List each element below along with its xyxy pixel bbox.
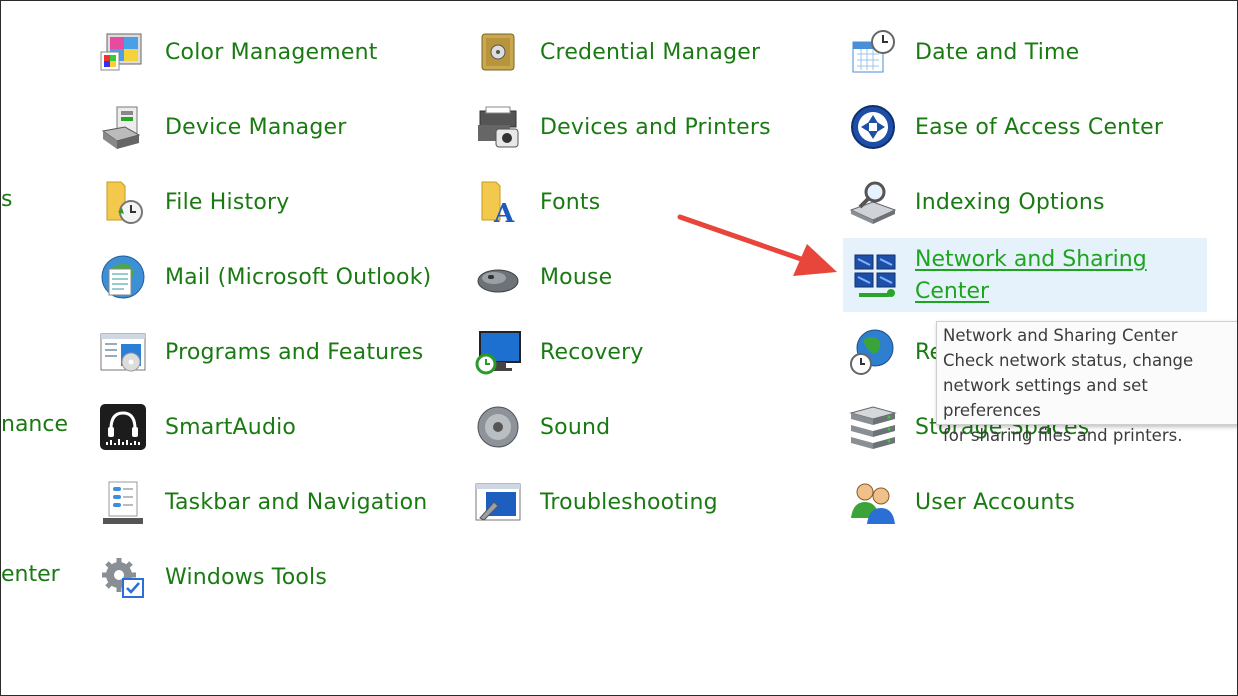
item-devices-printers[interactable]: Devices and Printers (474, 101, 771, 153)
smartaudio-icon (99, 403, 147, 451)
item-ease-of-access[interactable]: Ease of Access Center (849, 101, 1163, 153)
sound-icon (474, 403, 522, 451)
item-label: Sound (540, 414, 611, 440)
item-label: Troubleshooting (540, 489, 718, 515)
item-label: Windows Tools (165, 564, 327, 590)
item-label: Credential Manager (540, 39, 761, 65)
item-label: Date and Time (915, 39, 1080, 65)
programs-features-icon (99, 328, 147, 376)
item-sound[interactable]: Sound (474, 401, 610, 453)
item-label: Indexing Options (915, 189, 1105, 215)
item-label: File History (165, 189, 290, 215)
date-time-icon (849, 28, 897, 76)
item-label: Devices and Printers (540, 114, 771, 140)
item-label: Fonts (540, 189, 601, 215)
item-credential-manager[interactable]: Credential Manager (474, 26, 760, 78)
tooltip-line: for sharing files and printers. (943, 426, 1183, 445)
tooltip-title: Network and Sharing Center (943, 326, 1178, 345)
svg-text:A: A (493, 199, 515, 226)
item-label: Taskbar and Navigation (165, 489, 428, 515)
item-label: Device Manager (165, 114, 347, 140)
item-region[interactable]: Re (849, 326, 943, 378)
control-panel-window: s nance enter Color Management Device Ma… (0, 0, 1238, 696)
recovery-icon (474, 328, 522, 376)
tooltip: Network and Sharing Center Check network… (936, 321, 1237, 445)
item-fonts[interactable]: A Fonts (474, 176, 600, 228)
tooltip-line: network settings and set preferences (943, 376, 1148, 420)
item-taskbar-navigation[interactable]: Taskbar and Navigation (99, 476, 427, 528)
item-mouse[interactable]: Mouse (474, 251, 612, 303)
item-label: Recovery (540, 339, 644, 365)
item-mail[interactable]: Mail (Microsoft Outlook) (99, 251, 431, 303)
user-accounts-icon (849, 478, 897, 526)
troubleshooting-icon (474, 478, 522, 526)
item-smartaudio[interactable]: SmartAudio (99, 401, 296, 453)
mouse-icon (474, 253, 522, 301)
item-indexing-options[interactable]: Indexing Options (849, 176, 1105, 228)
item-label: Mouse (540, 264, 613, 290)
network-sharing-icon (851, 251, 899, 299)
item-label: SmartAudio (165, 414, 297, 440)
item-device-manager[interactable]: Device Manager (99, 101, 346, 153)
region-icon (849, 328, 897, 376)
fonts-icon: A (474, 178, 522, 226)
partial-item-label[interactable]: nance (1, 412, 68, 437)
item-recovery[interactable]: Recovery (474, 326, 644, 378)
ease-of-access-icon (849, 103, 897, 151)
item-label: Color Management (165, 39, 378, 65)
item-label: Mail (Microsoft Outlook) (165, 264, 432, 290)
item-color-management[interactable]: Color Management (99, 26, 378, 78)
device-manager-icon (99, 103, 147, 151)
item-label: User Accounts (915, 489, 1076, 515)
windows-tools-icon (99, 553, 147, 601)
item-file-history[interactable]: File History (99, 176, 289, 228)
taskbar-icon (99, 478, 147, 526)
item-programs-features[interactable]: Programs and Features (99, 326, 423, 378)
credential-manager-icon (474, 28, 522, 76)
mail-icon (99, 253, 147, 301)
item-label: Network and Sharing Center (915, 247, 1147, 304)
item-user-accounts[interactable]: User Accounts (849, 476, 1075, 528)
storage-spaces-icon (849, 403, 897, 451)
item-network-sharing-center[interactable]: Network and Sharing Center (843, 238, 1207, 312)
partial-item-label[interactable]: s (1, 187, 12, 212)
devices-printers-icon (474, 103, 522, 151)
item-label: Programs and Features (165, 339, 424, 365)
item-date-time[interactable]: Date and Time (849, 26, 1079, 78)
item-label: Ease of Access Center (915, 114, 1164, 140)
color-management-icon (99, 28, 147, 76)
item-troubleshooting[interactable]: Troubleshooting (474, 476, 718, 528)
indexing-icon (849, 178, 897, 226)
tooltip-line: Check network status, change (943, 351, 1194, 370)
partial-item-label[interactable]: enter (1, 562, 60, 587)
item-windows-tools[interactable]: Windows Tools (99, 551, 327, 603)
file-history-icon (99, 178, 147, 226)
